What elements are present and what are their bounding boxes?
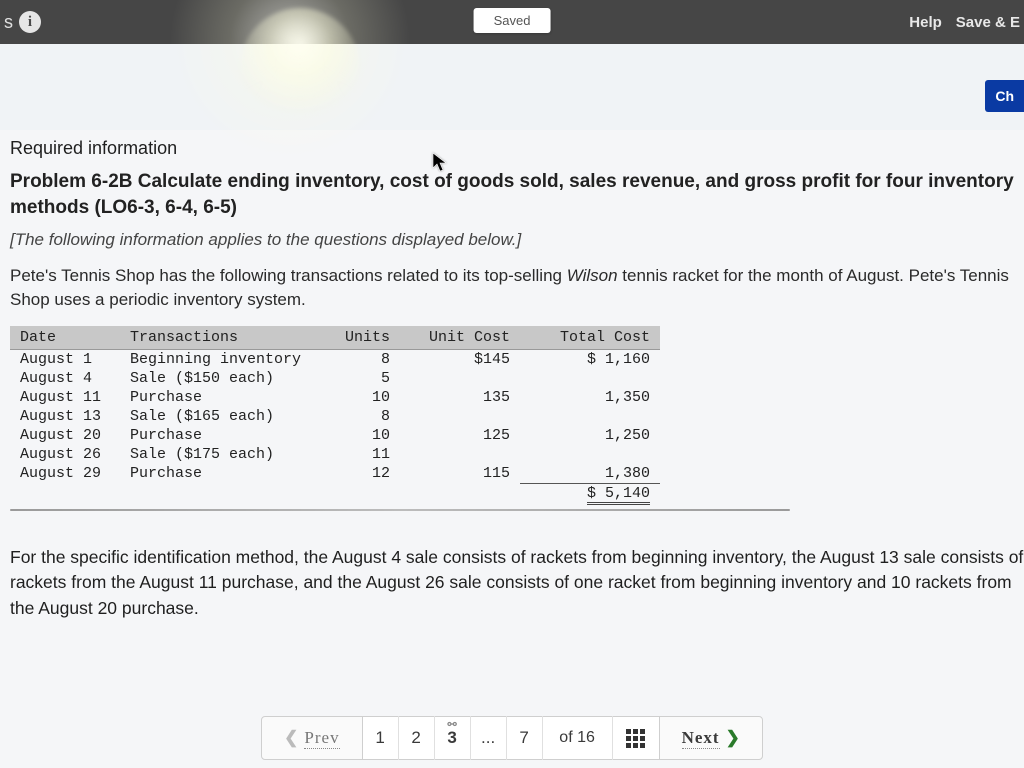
col-total-cost: Total Cost (520, 326, 660, 350)
save-exit-button[interactable]: Save & E (956, 14, 1020, 31)
info-icon[interactable]: i (19, 11, 41, 33)
col-units: Units (320, 326, 400, 350)
page-count: of 16 (543, 716, 613, 760)
top-letter: s (4, 12, 13, 33)
cell-total-cost (520, 445, 660, 464)
top-right-cluster: Help Save & E (909, 0, 1024, 44)
table-divider (10, 509, 790, 511)
cell-unit-cost: 115 (400, 464, 520, 484)
col-tx: Transactions (120, 326, 320, 350)
table-row: August 29 Purchase 12 115 1,380 (10, 464, 660, 484)
cell-tx: Purchase (120, 426, 320, 445)
cell-total-cost (520, 407, 660, 426)
table-total-row: $ 5,140 (10, 483, 660, 503)
cell-units: 12 (320, 464, 400, 484)
page-7[interactable]: 7 (507, 716, 543, 760)
cell-units: 5 (320, 369, 400, 388)
content-area: Required information Problem 6-2B Calcul… (10, 134, 1024, 708)
intro-part1: Pete's Tennis Shop has the following tra… (10, 266, 567, 285)
grand-total-value: $ 5,140 (587, 485, 650, 505)
top-bar: s i Saved Help Save & E (0, 0, 1024, 44)
cell-tx: Sale ($175 each) (120, 445, 320, 464)
saved-badge: Saved (474, 8, 551, 33)
cell-units: 11 (320, 445, 400, 464)
prev-label: Prev (304, 728, 339, 749)
cell-date: August 13 (10, 407, 120, 426)
cell-unit-cost: $145 (400, 349, 520, 369)
cell-date: August 11 (10, 388, 120, 407)
help-link[interactable]: Help (909, 14, 942, 31)
question-pager: ❮ Prev 1 2 ⚯ 3 ... 7 of 16 Next ❯ (0, 712, 1024, 764)
cell-total-cost (520, 369, 660, 388)
next-button[interactable]: Next ❯ (659, 716, 763, 760)
page-1[interactable]: 1 (363, 716, 399, 760)
grid-view-button[interactable] (613, 716, 659, 760)
cell-tx: Sale ($150 each) (120, 369, 320, 388)
table-row: August 20 Purchase 10 125 1,250 (10, 426, 660, 445)
cell-total-cost: 1,250 (520, 426, 660, 445)
cell-date: August 4 (10, 369, 120, 388)
page-ellipsis: ... (471, 716, 507, 760)
cell-unit-cost: 135 (400, 388, 520, 407)
transactions-table: Date Transactions Units Unit Cost Total … (10, 326, 660, 503)
specific-id-paragraph: For the specific identification method, … (10, 545, 1024, 621)
context-note: [The following information applies to th… (10, 230, 1024, 250)
grid-icon (626, 729, 645, 748)
cell-unit-cost (400, 407, 520, 426)
problem-title: Problem 6-2B Calculate ending inventory,… (10, 169, 1024, 220)
cell-tx: Sale ($165 each) (120, 407, 320, 426)
link-icon: ⚯ (447, 718, 456, 731)
table-row: August 11 Purchase 10 135 1,350 (10, 388, 660, 407)
cell-date: August 29 (10, 464, 120, 484)
table-row: August 4 Sale ($150 each) 5 (10, 369, 660, 388)
table-row: August 13 Sale ($165 each) 8 (10, 407, 660, 426)
page-2[interactable]: 2 (399, 716, 435, 760)
cell-date: August 1 (10, 349, 120, 369)
table-row: August 1 Beginning inventory 8 $145 $ 1,… (10, 349, 660, 369)
cell-unit-cost (400, 445, 520, 464)
cell-tx: Purchase (120, 388, 320, 407)
chevron-right-icon: ❯ (726, 728, 740, 748)
cell-total-cost: 1,380 (520, 464, 660, 484)
page-number-group: 1 2 ⚯ 3 ... 7 of 16 (363, 716, 659, 760)
table-header-row: Date Transactions Units Unit Cost Total … (10, 326, 660, 350)
check-work-button[interactable]: Ch (985, 80, 1024, 112)
transactions-table-wrap: Date Transactions Units Unit Cost Total … (10, 326, 790, 511)
cell-units: 8 (320, 407, 400, 426)
chevron-left-icon: ❮ (284, 728, 298, 748)
col-unit-cost: Unit Cost (400, 326, 520, 350)
cell-grand-total: $ 5,140 (520, 483, 660, 503)
required-information-heading: Required information (10, 138, 1024, 159)
cell-unit-cost (400, 369, 520, 388)
page-3[interactable]: ⚯ 3 (435, 716, 471, 760)
cell-total-cost: $ 1,160 (520, 349, 660, 369)
next-label: Next (682, 728, 720, 749)
intro-paragraph: Pete's Tennis Shop has the following tra… (10, 264, 1024, 312)
cell-tx: Beginning inventory (120, 349, 320, 369)
cell-units: 8 (320, 349, 400, 369)
cell-units: 10 (320, 388, 400, 407)
cell-date: August 20 (10, 426, 120, 445)
cell-units: 10 (320, 426, 400, 445)
cell-date: August 26 (10, 445, 120, 464)
top-left-cluster: s i (0, 11, 41, 33)
col-date: Date (10, 326, 120, 350)
cell-unit-cost: 125 (400, 426, 520, 445)
prev-button[interactable]: ❮ Prev (261, 716, 362, 760)
cell-tx: Purchase (120, 464, 320, 484)
sub-header: Ch (0, 44, 1024, 130)
cell-total-cost: 1,350 (520, 388, 660, 407)
intro-em: Wilson (567, 266, 618, 285)
table-row: August 26 Sale ($175 each) 11 (10, 445, 660, 464)
